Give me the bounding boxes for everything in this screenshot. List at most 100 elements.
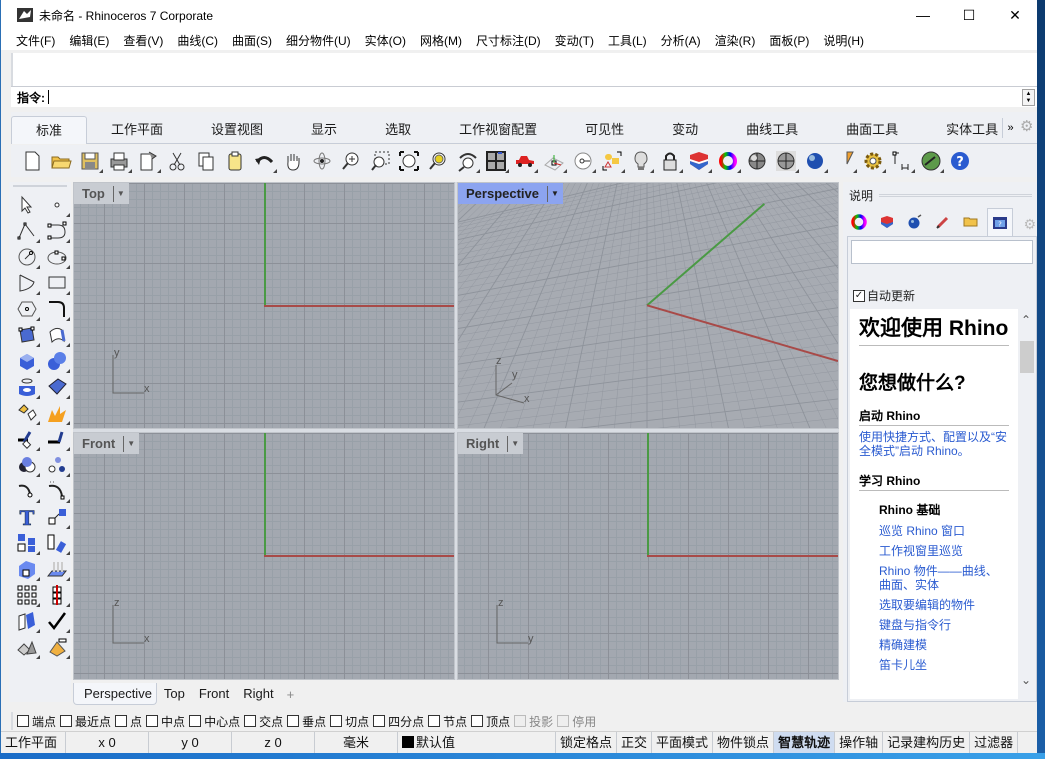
osnap-checkbox[interactable]: 点	[115, 713, 142, 730]
dimension-icon[interactable]	[889, 148, 915, 174]
help-panel-icon[interactable]: ?	[987, 208, 1013, 236]
menu-item[interactable]: 尺寸标注(D)	[469, 32, 548, 49]
toolbar-tab[interactable]: 标准	[11, 116, 88, 144]
shapes-icon[interactable]	[13, 634, 41, 660]
osnap-checkbox[interactable]: 垂点	[287, 713, 326, 730]
chevron-down-icon[interactable]: ▼	[123, 435, 135, 452]
osnap-checkbox[interactable]: 节点	[428, 713, 467, 730]
status-toggle[interactable]: 操作轴	[835, 731, 884, 754]
toolbar-tab[interactable]: 可见性	[561, 117, 648, 143]
zoom-window-icon[interactable]	[367, 148, 393, 174]
viewport-label-right[interactable]: Right ▼	[458, 433, 524, 454]
toolbar-tab[interactable]: 工作平面	[87, 117, 187, 143]
four-viewports-icon[interactable]	[483, 148, 509, 174]
undo-view-icon[interactable]	[454, 148, 480, 174]
new-icon[interactable]	[19, 148, 45, 174]
auto-update-checkbox[interactable]: ✓ 自动更新	[853, 287, 915, 304]
polyline-icon[interactable]	[13, 218, 41, 244]
undo-icon[interactable]	[251, 148, 277, 174]
points-cloud-icon[interactable]	[43, 452, 71, 478]
doc-link[interactable]: 键盘与指令行	[879, 618, 1009, 632]
menu-item[interactable]: 网格(M)	[413, 32, 469, 49]
chevron-down-icon[interactable]: ▼	[112, 185, 125, 202]
more-tabs-button[interactable]: »	[1002, 118, 1018, 138]
viewport-tab[interactable]: Front	[192, 683, 236, 705]
checkbox-icon[interactable]	[60, 715, 73, 727]
toolbar-tab[interactable]: 曲面工具	[822, 117, 922, 143]
menu-item[interactable]: 变动(T)	[548, 32, 601, 49]
solid-box-icon[interactable]	[13, 556, 41, 582]
ghosted-sphere-icon[interactable]	[773, 148, 799, 174]
save-icon[interactable]	[77, 148, 103, 174]
osnap-checkbox[interactable]: 中点	[146, 713, 185, 730]
color-wheel-icon[interactable]	[715, 148, 741, 174]
status-toggle[interactable]: 平面模式	[652, 731, 714, 754]
viewport-top[interactable]: Top ▼ y x	[73, 182, 455, 429]
close-button[interactable]: ✕	[992, 0, 1038, 30]
menu-item[interactable]: 渲染(R)	[708, 32, 763, 49]
move-icon[interactable]	[43, 530, 71, 556]
status-toggle[interactable]: 正交	[617, 731, 653, 754]
menu-item[interactable]: 曲线(C)	[170, 32, 225, 49]
mesh-surface-icon[interactable]	[43, 374, 71, 400]
circle-icon[interactable]	[13, 244, 41, 270]
minimize-button[interactable]: —	[900, 0, 946, 30]
viewport-perspective[interactable]: Perspective ▼ z y x	[457, 182, 839, 429]
viewport-label-top[interactable]: Top ▼	[74, 183, 129, 204]
brush-icon[interactable]	[931, 209, 955, 235]
osnap-checkbox[interactable]: 投影	[514, 713, 553, 730]
render-cone-icon[interactable]	[831, 148, 857, 174]
scroll-down-icon[interactable]: ⌄	[1021, 673, 1031, 687]
import-icon[interactable]	[135, 148, 161, 174]
checkbox-checked-icon[interactable]: ✓	[853, 289, 865, 302]
split-icon[interactable]	[43, 400, 71, 426]
extrude-up-icon[interactable]	[43, 556, 71, 582]
viewport-front[interactable]: Front ▼ z x	[73, 432, 455, 680]
scroll-thumb[interactable]	[1020, 341, 1034, 373]
toolbar-tab[interactable]: 变动	[648, 117, 722, 143]
cylinder-icon[interactable]	[13, 374, 41, 400]
doc-link[interactable]: 精确建模	[879, 638, 1009, 652]
checkbox-icon[interactable]	[514, 715, 527, 727]
checkbox-icon[interactable]	[146, 715, 159, 727]
osnap-checkbox[interactable]: 交点	[244, 713, 283, 730]
command-line[interactable]: 指令: ▲ ▼	[11, 86, 1038, 107]
units-indicator[interactable]: 毫米	[315, 731, 398, 754]
render-icon[interactable]	[903, 209, 927, 235]
toolbar-tab[interactable]: 选取	[361, 117, 435, 143]
arc-icon[interactable]	[13, 270, 41, 296]
viewport-label-perspective[interactable]: Perspective ▼	[458, 183, 563, 204]
checkbox-icon[interactable]	[330, 715, 343, 727]
panel-gear-icon[interactable]: ⚙	[1023, 216, 1036, 233]
doc-link[interactable]: 笛卡儿坐	[879, 658, 1009, 672]
boolean-union-icon[interactable]	[13, 452, 41, 478]
rotate-view-icon[interactable]	[309, 148, 335, 174]
fillet-curve-icon[interactable]	[43, 296, 71, 322]
status-toggle[interactable]: 锁定格点	[556, 731, 618, 754]
doc-link[interactable]: Rhino 物件——曲线、曲面、实体	[879, 564, 1009, 592]
menu-item[interactable]: 工具(L)	[601, 32, 654, 49]
lock-icon[interactable]	[657, 148, 683, 174]
print-icon[interactable]	[106, 148, 132, 174]
rendered-sphere-icon[interactable]	[802, 148, 828, 174]
chevron-down-icon[interactable]: ▼	[547, 185, 559, 202]
trim-icon[interactable]	[13, 426, 41, 452]
cut-icon[interactable]	[164, 148, 190, 174]
toolbar-tab[interactable]: 工作视窗配置	[435, 117, 561, 143]
command-history-spinner[interactable]: ▲ ▼	[1022, 89, 1035, 106]
paste-icon[interactable]	[222, 148, 248, 174]
copy-icon[interactable]	[193, 148, 219, 174]
osnap-checkbox[interactable]: 中心点	[189, 713, 240, 730]
cplane-icon[interactable]	[541, 148, 567, 174]
osnap-icon[interactable]	[570, 148, 596, 174]
fillet-edge-icon[interactable]	[13, 478, 41, 504]
layer-icon[interactable]	[875, 209, 899, 235]
add-viewport-tab-icon[interactable]: +	[281, 687, 295, 702]
curve-icon[interactable]	[43, 218, 71, 244]
status-toggle[interactable]: 记录建构历史	[883, 731, 971, 754]
osnap-checkbox[interactable]: 最近点	[60, 713, 111, 730]
chevron-down-icon[interactable]: ▼	[507, 435, 519, 452]
grasshopper-icon[interactable]	[918, 148, 944, 174]
menu-item[interactable]: 查看(V)	[116, 32, 170, 49]
osnap-checkbox[interactable]: 顶点	[471, 713, 510, 730]
